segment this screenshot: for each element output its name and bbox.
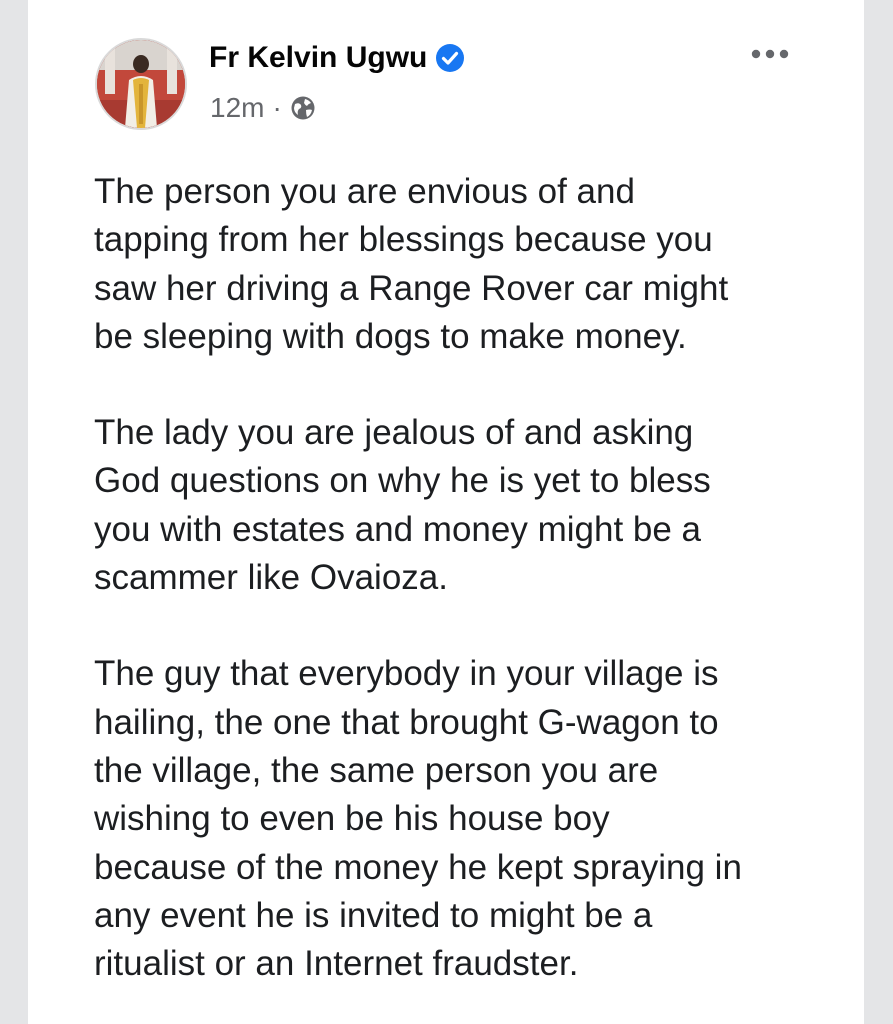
post-paragraph: The guy that everybody in your village i…: [94, 654, 742, 984]
avatar-image: [97, 40, 185, 128]
verified-badge-icon: [436, 44, 465, 72]
meta-separator: ·: [272, 92, 282, 123]
post-timestamp[interactable]: 12m: [210, 88, 264, 128]
more-options-icon[interactable]: [748, 40, 792, 68]
globe-icon[interactable]: [290, 95, 316, 121]
author-avatar[interactable]: [95, 38, 187, 130]
author-name[interactable]: Fr Kelvin Ugwu: [209, 38, 427, 78]
post-paragraph: The lady you are jealous of and asking G…: [94, 413, 711, 598]
post-paragraph: The person you are envious of and tappin…: [94, 172, 729, 356]
post-body: The person you are envious of and tappin…: [94, 168, 834, 988]
post-header: Fr Kelvin Ugwu 12m ·: [28, 0, 864, 150]
post-meta: 12m ·: [210, 88, 316, 128]
post-card: Fr Kelvin Ugwu 12m · The person you are …: [28, 0, 864, 1024]
author-name-row: Fr Kelvin Ugwu: [209, 38, 465, 78]
